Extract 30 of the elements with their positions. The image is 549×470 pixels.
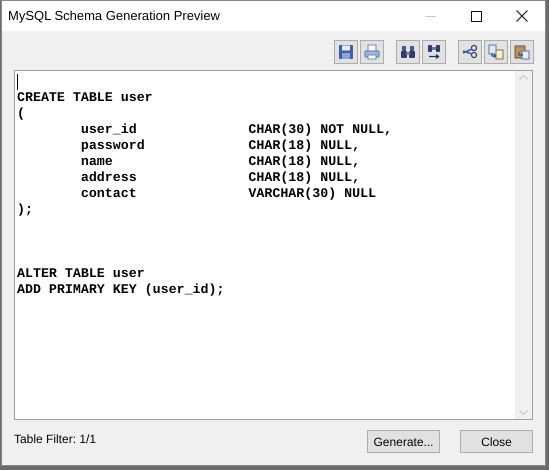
scroll-up-icon [519, 75, 528, 80]
code-line: name CHAR(18) NULL, [80, 154, 360, 170]
cut-button[interactable] [458, 40, 482, 64]
code-line: user_id CHAR(30) NOT NULL, [80, 122, 392, 138]
dialog-button[interactable]: Generate... [367, 430, 440, 453]
find-button[interactable] [396, 40, 420, 64]
dialog-button[interactable]: Close [460, 430, 533, 453]
print-button[interactable] [360, 40, 384, 64]
code-line: ALTER TABLE user [17, 266, 145, 282]
clipboard-icon [514, 44, 530, 60]
copy-button[interactable] [484, 40, 508, 64]
binoculars-icon [400, 44, 416, 60]
code-line: contact VARCHAR(30) NULL [80, 186, 376, 202]
code-line: ADD PRIMARY KEY (user_id); [17, 282, 224, 298]
printer-icon [364, 44, 380, 60]
paste-button[interactable] [510, 40, 534, 64]
code-line: ( [17, 106, 25, 122]
copy-icon [488, 44, 504, 60]
sql-editor[interactable]: CREATE TABLE user ( user_id CHAR(30) NOT NULL, password CHAR(18) NULL, name CHAR(18) NULL, address CHAR(18) NULL, contact VARCHAR(30) NULL ); ALTER TABLE user ADD PRIMARY KEY (user_id); [14, 70, 533, 420]
scroll-down-icon [519, 410, 528, 415]
table-filter-label: Table Filter: 1/1 [14, 430, 98, 448]
save-button[interactable] [334, 40, 358, 64]
window-title: MySQL Schema Generation Preview [8, 7, 221, 26]
code-line: CREATE TABLE user [17, 90, 153, 106]
code-line: password CHAR(18) NULL, [80, 138, 360, 154]
code-line: address CHAR(18) NULL, [80, 170, 360, 186]
scissors-icon [462, 44, 478, 60]
code-line: ); [17, 202, 33, 218]
binoculars-arrow-icon [426, 44, 442, 60]
replace-button[interactable] [422, 40, 446, 64]
